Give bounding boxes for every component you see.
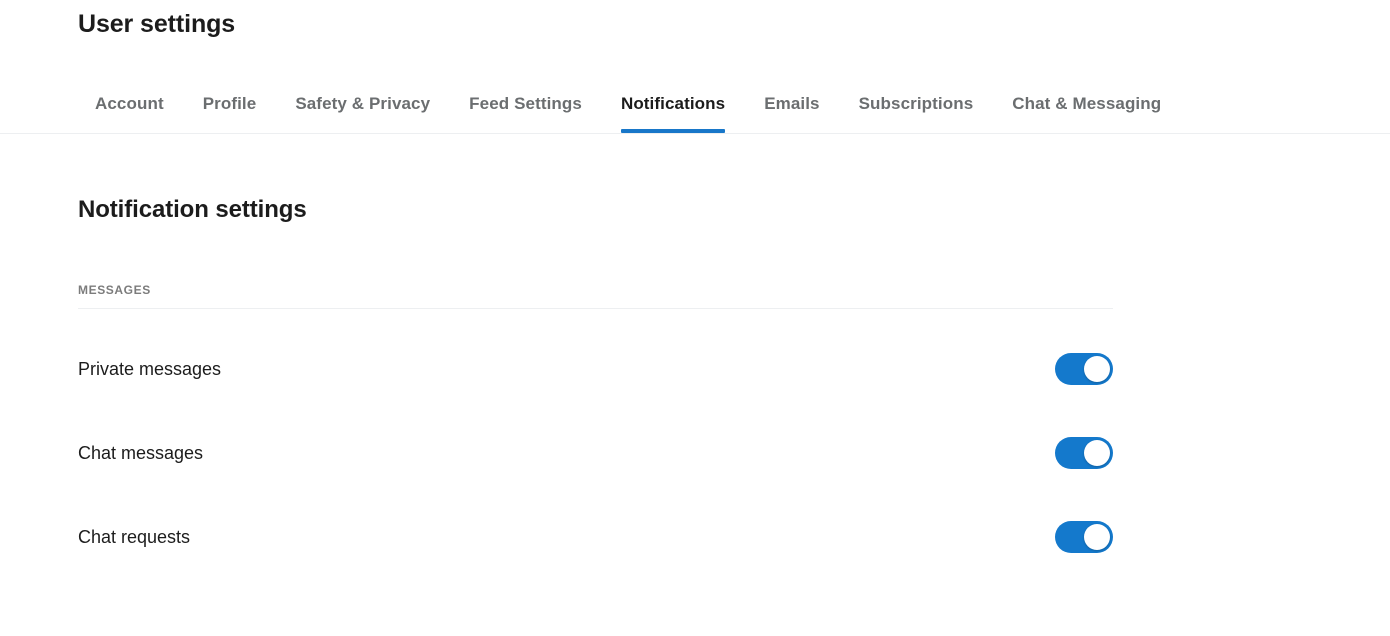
row-private-messages: Private messages xyxy=(78,327,1113,411)
row-chat-messages: Chat messages xyxy=(78,411,1113,495)
tab-label: Safety & Privacy xyxy=(295,93,431,113)
group-label: MESSAGES xyxy=(78,283,151,297)
tab-subscriptions[interactable]: Subscriptions xyxy=(859,76,974,133)
settings-group: MESSAGES Private messages Chat messages Cha… xyxy=(78,283,1113,579)
tab-label: Notifications xyxy=(620,93,726,113)
tab-emails[interactable]: Emails xyxy=(764,76,819,133)
tab-label: Profile xyxy=(202,93,257,113)
tab-label: Chat & Messaging xyxy=(1012,93,1162,113)
toggle-knob-icon xyxy=(1084,440,1110,466)
user-settings-page: User settings Account Profile Safety & Pri… xyxy=(0,0,1390,636)
toggle-knob-icon xyxy=(1084,356,1110,382)
settings-groups: MESSAGES Private messages Chat messages Cha… xyxy=(78,283,1113,579)
toggle-knob-icon xyxy=(1084,524,1110,550)
row-label: Private messages xyxy=(78,359,222,379)
settings-rows: Private messages Chat messages Chat reques… xyxy=(78,309,1113,579)
tab-chat-messaging[interactable]: Chat & Messaging xyxy=(1012,76,1161,133)
toggle-switch[interactable] xyxy=(1055,521,1113,553)
tab-label: Feed Settings xyxy=(469,93,582,113)
tab-notifications[interactable]: Notifications xyxy=(620,76,726,133)
section-title: Notification settings xyxy=(78,196,307,223)
row-label: Chat messages xyxy=(78,443,204,463)
tab-profile[interactable]: Profile xyxy=(203,76,257,133)
tab-safety-privacy[interactable]: Safety & Privacy xyxy=(295,76,430,133)
tab-label: Subscriptions xyxy=(858,93,974,113)
tab-feed-settings[interactable]: Feed Settings xyxy=(469,76,582,133)
tab-label: Account xyxy=(95,93,164,113)
settings-tab-bar: Account Profile Safety & Privacy Feed Setti… xyxy=(0,76,1390,134)
tab-account[interactable]: Account xyxy=(95,76,164,133)
page-title: User settings xyxy=(78,10,236,38)
tab-label: Emails xyxy=(764,93,820,113)
row-label: Chat requests xyxy=(78,527,191,547)
settings-content: Notification settings MESSAGES Private me… xyxy=(78,134,1113,579)
toggle-switch[interactable] xyxy=(1055,437,1113,469)
row-chat-requests: Chat requests xyxy=(78,495,1113,579)
toggle-switch[interactable] xyxy=(1055,353,1113,385)
